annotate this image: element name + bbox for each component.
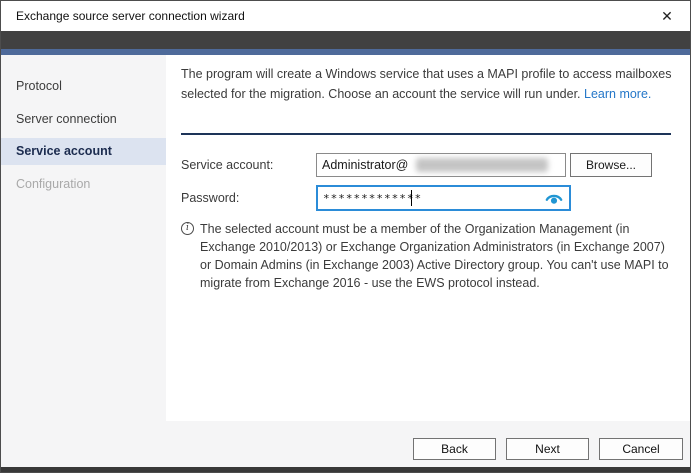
- window-title: Exchange source server connection wizard: [16, 9, 245, 23]
- wizard-content-pane: The program will create a Windows servic…: [166, 55, 690, 421]
- eye-icon[interactable]: [545, 190, 563, 206]
- sidebar-item-server-connection[interactable]: Server connection: [1, 106, 166, 133]
- header-dark-band: [1, 31, 690, 49]
- sidebar-item-configuration: Configuration: [16, 177, 91, 191]
- redacted-domain: [416, 158, 548, 172]
- intro-paragraph: The program will create a Windows servic…: [181, 64, 673, 104]
- window-bottom-edge: [1, 467, 690, 472]
- wizard-steps-sidebar: Protocol Server connection Service accou…: [1, 55, 166, 467]
- sidebar-item-protocol[interactable]: Protocol: [1, 73, 166, 100]
- title-bar: Exchange source server connection wizard…: [1, 1, 690, 31]
- next-button[interactable]: Next: [506, 438, 589, 460]
- service-account-label: Service account:: [181, 158, 274, 172]
- footer-bar: Back Next Cancel: [1, 421, 690, 467]
- learn-more-link[interactable]: Learn more.: [584, 87, 651, 101]
- wizard-dialog: Exchange source server connection wizard…: [0, 0, 691, 473]
- cancel-button[interactable]: Cancel: [599, 438, 683, 460]
- service-account-value: Administrator@: [322, 158, 409, 172]
- back-button[interactable]: Back: [413, 438, 496, 460]
- close-icon[interactable]: ✕: [656, 6, 678, 26]
- sidebar-item-service-account[interactable]: Service account: [1, 138, 166, 165]
- password-label: Password:: [181, 191, 240, 205]
- info-note-text: The selected account must be a member of…: [200, 222, 669, 290]
- password-masked-value: *************: [323, 192, 423, 205]
- browse-button[interactable]: Browse...: [570, 153, 652, 177]
- password-input[interactable]: *************: [316, 185, 571, 211]
- section-separator: [181, 133, 671, 135]
- info-icon: i: [181, 222, 194, 235]
- text-caret: [411, 190, 412, 206]
- service-account-input[interactable]: Administrator@: [316, 153, 566, 177]
